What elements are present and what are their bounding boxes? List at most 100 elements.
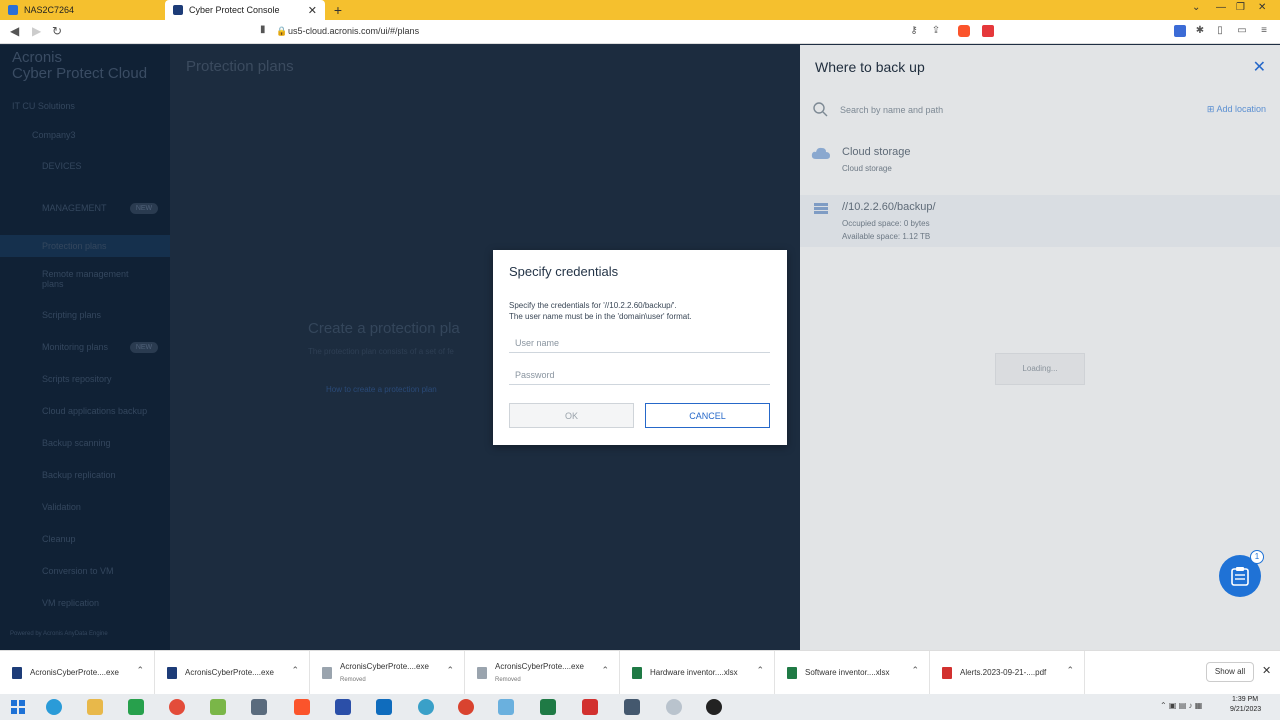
restore-icon[interactable]: ❐	[1236, 2, 1245, 13]
download-name: Software inventor....xlsx	[805, 668, 890, 677]
outlook-icon[interactable]	[376, 699, 392, 715]
location-network-share[interactable]: //10.2.2.60/backup/ Occupied space: 0 by…	[800, 195, 1280, 247]
brave-shield-icon[interactable]	[958, 25, 970, 37]
app-monitor-icon[interactable]	[624, 699, 640, 715]
removed-file-icon	[477, 667, 487, 679]
download-item[interactable]: AcronisCyberProte....exe ⌃	[0, 651, 155, 695]
location-title: //10.2.2.60/backup/	[842, 201, 936, 213]
close-tab-icon[interactable]: ✕	[308, 4, 317, 17]
window-close-icon[interactable]: ✕	[1258, 2, 1266, 13]
chrome-icon[interactable]	[169, 699, 185, 715]
clock-date[interactable]: 9/21/2023	[1230, 706, 1261, 713]
back-icon[interactable]: ◀	[10, 24, 19, 38]
file-explorer-icon[interactable]	[87, 699, 103, 715]
clock-time[interactable]: 1:39 PM	[1232, 696, 1258, 703]
brave-rewards-icon[interactable]	[982, 25, 994, 37]
clipboard-icon	[1231, 567, 1249, 586]
new-tab-button[interactable]: +	[330, 2, 346, 18]
download-name: AcronisCyberProte....exe	[185, 668, 274, 677]
chevron-up-icon[interactable]: ⌃	[446, 665, 454, 676]
sidebar-item-conversion[interactable]: Conversion to VM	[42, 566, 114, 576]
brave-icon[interactable]	[294, 699, 310, 715]
tab-search-icon[interactable]: ⌄	[1192, 2, 1200, 13]
sidebar-item-scripts-repository[interactable]: Scripts repository	[42, 374, 112, 384]
share-icon[interactable]: ⇪	[930, 25, 942, 37]
sidebar-item-vm-replication[interactable]: VM replication	[42, 598, 99, 608]
cancel-button[interactable]: CANCEL	[645, 403, 770, 428]
menu-icon[interactable]: ≡	[1258, 25, 1270, 37]
ie-icon[interactable]	[46, 699, 62, 715]
app-blue-icon[interactable]	[335, 699, 351, 715]
company-selector[interactable]: Company3	[32, 130, 76, 140]
download-item[interactable]: AcronisCyberProte....exe ⌃	[155, 651, 310, 695]
new-badge: NEW	[130, 203, 158, 214]
chevron-up-icon[interactable]: ⌃	[136, 665, 144, 676]
app-pen-icon[interactable]	[498, 699, 514, 715]
sidebar-item-backup-scanning[interactable]: Backup scanning	[42, 438, 111, 448]
obs-icon[interactable]	[706, 699, 722, 715]
tab-nas[interactable]: NAS2C7264	[0, 0, 165, 20]
nas-favicon-icon	[8, 5, 18, 15]
download-item[interactable]: Alerts.2023-09-21-....pdf ⌃	[930, 651, 1085, 695]
wallet-icon[interactable]: ▭	[1236, 25, 1248, 37]
extensions-icon[interactable]: ✱	[1194, 25, 1206, 37]
location-available: Available space: 1.12 TB	[842, 232, 931, 241]
sidebar-item-management[interactable]: MANAGEMENT	[42, 203, 107, 213]
pdf-file-icon	[942, 667, 952, 679]
chevron-up-icon[interactable]: ⌃	[1066, 665, 1074, 676]
app-green-icon[interactable]	[128, 699, 144, 715]
url-field[interactable]: us5-cloud.acronis.com/ui/#/plans	[288, 26, 419, 36]
system-tray-icon[interactable]: ⌃ ▣ ▤ ♪ ▦	[1160, 701, 1220, 713]
ok-button[interactable]: OK	[509, 403, 634, 428]
chevron-up-icon[interactable]: ⌃	[601, 665, 609, 676]
location-cloud-storage[interactable]: Cloud storage Cloud storage	[800, 140, 1280, 190]
search-input[interactable]	[840, 101, 1140, 119]
forward-icon[interactable]: ▶	[32, 24, 41, 38]
download-item[interactable]: AcronisCyberProte....exe Removed ⌃	[465, 651, 620, 695]
chevron-up-icon[interactable]: ⌃	[291, 665, 299, 676]
app-puzzle-icon[interactable]	[210, 699, 226, 715]
acrobat-icon[interactable]	[582, 699, 598, 715]
add-location-button[interactable]: ⊞ Add location	[1207, 104, 1266, 115]
download-status: Removed	[495, 677, 521, 683]
tab-label: NAS2C7264	[24, 5, 75, 15]
download-name: AcronisCyberProte....exe	[495, 662, 584, 671]
sidebar-item-devices[interactable]: DEVICES	[42, 161, 82, 171]
app-red-icon[interactable]	[458, 699, 474, 715]
sidebar-item-scripting[interactable]: Scripting plans	[42, 310, 101, 320]
download-item[interactable]: Hardware inventor....xlsx ⌃	[620, 651, 775, 695]
download-item[interactable]: AcronisCyberProte....exe Removed ⌃	[310, 651, 465, 695]
sidebar-item-cleanup[interactable]: Cleanup	[42, 534, 76, 544]
chevron-up-icon[interactable]: ⌃	[756, 665, 764, 676]
download-item[interactable]: Software inventor....xlsx ⌃	[775, 651, 930, 695]
windows-start-icon[interactable]	[10, 699, 26, 715]
sidebar-item-validation[interactable]: Validation	[42, 502, 81, 512]
sidebar-icon[interactable]: ▯	[1214, 25, 1226, 37]
password-input[interactable]	[509, 365, 770, 385]
excel-icon[interactable]	[540, 699, 556, 715]
minimize-icon[interactable]: —	[1216, 2, 1226, 13]
sidebar-item-monitoring[interactable]: Monitoring plans	[42, 342, 108, 352]
app-tool-icon[interactable]	[666, 699, 682, 715]
profile-extension-icon[interactable]	[1174, 25, 1186, 37]
reload-icon[interactable]: ↻	[52, 24, 62, 38]
bookmark-icon[interactable]: ▮	[260, 24, 266, 35]
app-network-icon[interactable]	[251, 699, 267, 715]
sidebar-item-remote-management[interactable]: Remote management plans	[42, 269, 152, 289]
tab-cyber-protect-console[interactable]: Cyber Protect Console ✕	[165, 0, 325, 20]
sidebar-item-protection-plans[interactable]: Protection plans	[42, 241, 107, 251]
downloads-bar: AcronisCyberProte....exe ⌃ AcronisCyberP…	[0, 650, 1280, 695]
key-icon[interactable]: ⚷	[908, 25, 920, 37]
tenant-name[interactable]: IT CU Solutions	[12, 101, 75, 111]
tab-label: Cyber Protect Console	[189, 5, 280, 15]
how-to-link[interactable]: How to create a protection plan	[326, 385, 437, 394]
sidebar-item-backup-replication[interactable]: Backup replication	[42, 470, 116, 480]
sidebar-item-cloud-apps-backup[interactable]: Cloud applications backup	[42, 406, 147, 416]
username-input[interactable]	[509, 333, 770, 353]
close-icon[interactable]: ✕	[1253, 57, 1266, 77]
app-chat-icon[interactable]	[418, 699, 434, 715]
chevron-up-icon[interactable]: ⌃	[911, 665, 919, 676]
show-all-button[interactable]: Show all	[1206, 662, 1254, 682]
close-downloads-icon[interactable]: ✕	[1262, 664, 1271, 677]
removed-file-icon	[322, 667, 332, 679]
